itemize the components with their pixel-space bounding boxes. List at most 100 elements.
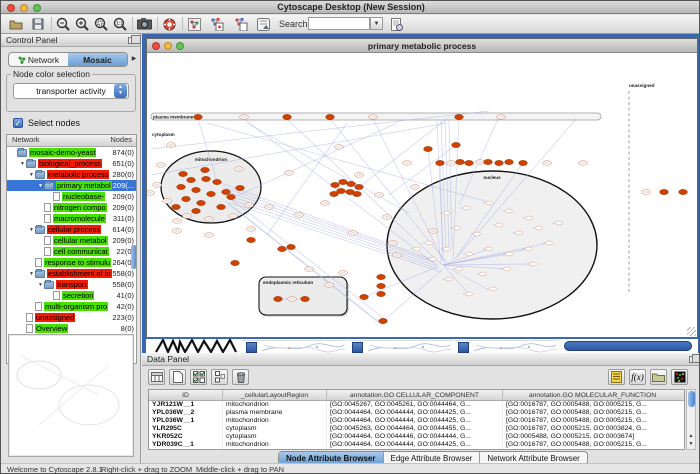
table-scrollbar-thumb[interactable] (688, 391, 695, 407)
table-cell: [GO:0016787, GO:0005488, GO:0005215, G..… (503, 409, 682, 417)
help-icon[interactable] (160, 16, 178, 32)
tree-row[interactable]: secretion41(0) (7, 290, 136, 301)
col-cellular-component[interactable]: annotation.GO CELLULAR_COMPONENT (327, 390, 503, 400)
function-builder-icon[interactable]: f(x) (629, 369, 646, 385)
zoom-selected-icon[interactable] (92, 16, 110, 32)
scroll-up-icon[interactable]: ▲ (687, 432, 695, 440)
vizmapper-icon[interactable] (254, 16, 272, 32)
folder-icon (35, 171, 45, 179)
tree-row-label: cellular metabol (53, 236, 108, 245)
svg-text:unassigned: unassigned (629, 83, 655, 88)
network-view-title: primary metabolic process (147, 39, 697, 53)
destroy-view-icon[interactable] (231, 16, 249, 32)
tree-row[interactable]: ▼biological_process651(0) (7, 158, 136, 169)
control-panel-tabs: Network Mosaic (8, 52, 128, 67)
table-row[interactable]: YPL036W__1mitochondrion[GO:0044464, GO:0… (149, 417, 684, 425)
snapshot-icon[interactable] (135, 16, 153, 32)
minimized-network-window[interactable] (454, 340, 559, 353)
tree-col-nodes[interactable]: Nodes (110, 135, 132, 144)
minimized-network-glyph[interactable] (154, 339, 242, 353)
expand-arrow-icon[interactable]: ▼ (28, 271, 35, 277)
table-row[interactable]: YLR295Ccytoplasm[GO:0045263, GO:0044464,… (149, 425, 684, 433)
tree-row[interactable]: Overview8(0) (7, 323, 136, 334)
table-row[interactable]: YJR121W__1mitochondrion[GO:0045267, GO:0… (149, 401, 684, 409)
birdseye-view-panel[interactable] (8, 334, 134, 457)
attribute-table[interactable]: ID _cellularLayoutRegion annotation.GO C… (148, 389, 685, 450)
expand-arrow-icon[interactable]: ▼ (19, 161, 26, 167)
network-frame-titlebar[interactable]: primary metabolic process (147, 39, 697, 53)
file-icon (53, 291, 60, 300)
network-canvas[interactable]: plasma membranecytoplasmmitochondrionnuc… (147, 53, 697, 338)
expand-arrow-icon[interactable]: ▼ (37, 183, 44, 189)
table-row[interactable]: YPL036W__2plasma membrane[GO:0044464, GO… (149, 409, 684, 417)
tree-row[interactable]: ▼metabolic process280(0) (7, 169, 136, 180)
expand-arrow-icon[interactable]: ▼ (28, 172, 35, 178)
create-attribute-icon[interactable] (169, 369, 186, 385)
select-all-attributes-icon[interactable] (190, 369, 207, 385)
col-region[interactable]: _cellularLayoutRegion (223, 390, 327, 400)
table-scrollbar[interactable]: ▲ ▼ (686, 389, 696, 450)
float-data-panel-icon[interactable] (689, 356, 697, 363)
tree-row-nodes-count: 311(0) (113, 214, 136, 223)
float-panel-icon[interactable] (128, 37, 136, 44)
search-config-icon[interactable] (388, 16, 406, 32)
minimized-network-window[interactable] (348, 340, 453, 353)
tree-col-network[interactable]: Network (12, 135, 40, 144)
attribute-list-icon[interactable] (608, 369, 625, 385)
create-view-icon[interactable] (207, 16, 225, 32)
table-cell: [GO:0044464, GO:0044444, GO:0044425, G..… (327, 441, 503, 449)
folder-icon (35, 270, 45, 278)
attribute-table-header: ID _cellularLayoutRegion annotation.GO C… (149, 390, 684, 401)
tree-row[interactable]: ▼primary metabol209(... (7, 180, 136, 191)
tab-overflow-button[interactable]: ▶ (130, 52, 138, 67)
table-cell: [GO:0016787, GO:0005488, GO:0005215, G..… (503, 441, 682, 449)
data-panel-header: Data Panel (142, 353, 700, 366)
node-color-attribute-select[interactable]: transporter activity (13, 83, 129, 99)
tree-row[interactable]: multi-organism pro42(0) (7, 301, 136, 312)
network-overview-icon[interactable] (185, 16, 203, 32)
select-stepper-icon[interactable]: ▲▼ (114, 84, 127, 98)
zoom-fit-icon[interactable]: 1:1 (111, 16, 129, 32)
open-file-icon[interactable] (7, 16, 25, 32)
col-molecular-function[interactable]: annotation.GO MOLECULAR_FUNCTION (503, 390, 682, 400)
tab-network[interactable]: Network (9, 53, 68, 66)
tree-row[interactable]: macromolecule311(0) (7, 213, 136, 224)
frame-resize-grip[interactable] (687, 327, 696, 336)
desktop-scrollbar-thumb[interactable] (564, 341, 692, 351)
tree-row[interactable]: unassigned223(0) (7, 312, 136, 323)
table-cell: [GO:0044464, GO:0044444, GO:0044425, G..… (327, 409, 503, 417)
tree-row[interactable]: ▼establishment of lo558(0) (7, 268, 136, 279)
expand-arrow-icon[interactable]: ▼ (37, 282, 44, 288)
tree-row[interactable]: mosaic-demo-yeast874(0) (7, 147, 136, 158)
table-cell: [GO:0044464, GO:0044446, GO:0044444, G..… (327, 433, 503, 441)
tab-mosaic[interactable]: Mosaic (68, 53, 127, 66)
minimized-network-window[interactable] (242, 340, 347, 353)
heatmap-icon[interactable] (671, 369, 688, 385)
select-nodes-checkbox[interactable]: ✓ (13, 118, 23, 128)
search-dropdown-button[interactable]: ▼ (370, 17, 383, 30)
tree-row[interactable]: response to stimulu264(0) (7, 257, 136, 268)
tree-row[interactable]: ▼cellular process614(0) (7, 224, 136, 235)
tree-row[interactable]: cell communicat22(0) (7, 246, 136, 257)
expand-arrow-icon[interactable]: ▼ (28, 227, 35, 233)
unselect-all-attributes-icon[interactable] (211, 369, 228, 385)
import-attributes-icon[interactable] (650, 369, 667, 385)
tree-row-nodes-count: 8(0) (121, 324, 136, 333)
zoom-out-icon[interactable] (54, 16, 72, 32)
zoom-in-icon[interactable] (73, 16, 91, 32)
tree-row[interactable]: nitrogen compo209(0) (7, 202, 136, 213)
tree-row[interactable]: nucleobase-209(0) (7, 191, 136, 202)
frame-icon (458, 342, 469, 353)
col-id[interactable]: ID (149, 390, 223, 400)
tree-row-nodes-count: 280(0) (112, 170, 136, 179)
search-input[interactable] (308, 17, 370, 30)
table-row[interactable]: YDR039C__1mitochondrion[GO:0044464, GO:0… (149, 441, 684, 449)
tree-row[interactable]: cellular metabol209(0) (7, 235, 136, 246)
scroll-down-icon[interactable]: ▼ (687, 440, 695, 448)
delete-attribute-icon[interactable] (232, 369, 249, 385)
tree-scrollbar[interactable] (131, 245, 136, 269)
select-attributes-icon[interactable] (148, 369, 165, 385)
save-session-icon[interactable] (29, 16, 47, 32)
tree-row[interactable]: ▼transport558(0) (7, 279, 136, 290)
table-row[interactable]: YKR052Ccytoplasm[GO:0044464, GO:0044446,… (149, 433, 684, 441)
